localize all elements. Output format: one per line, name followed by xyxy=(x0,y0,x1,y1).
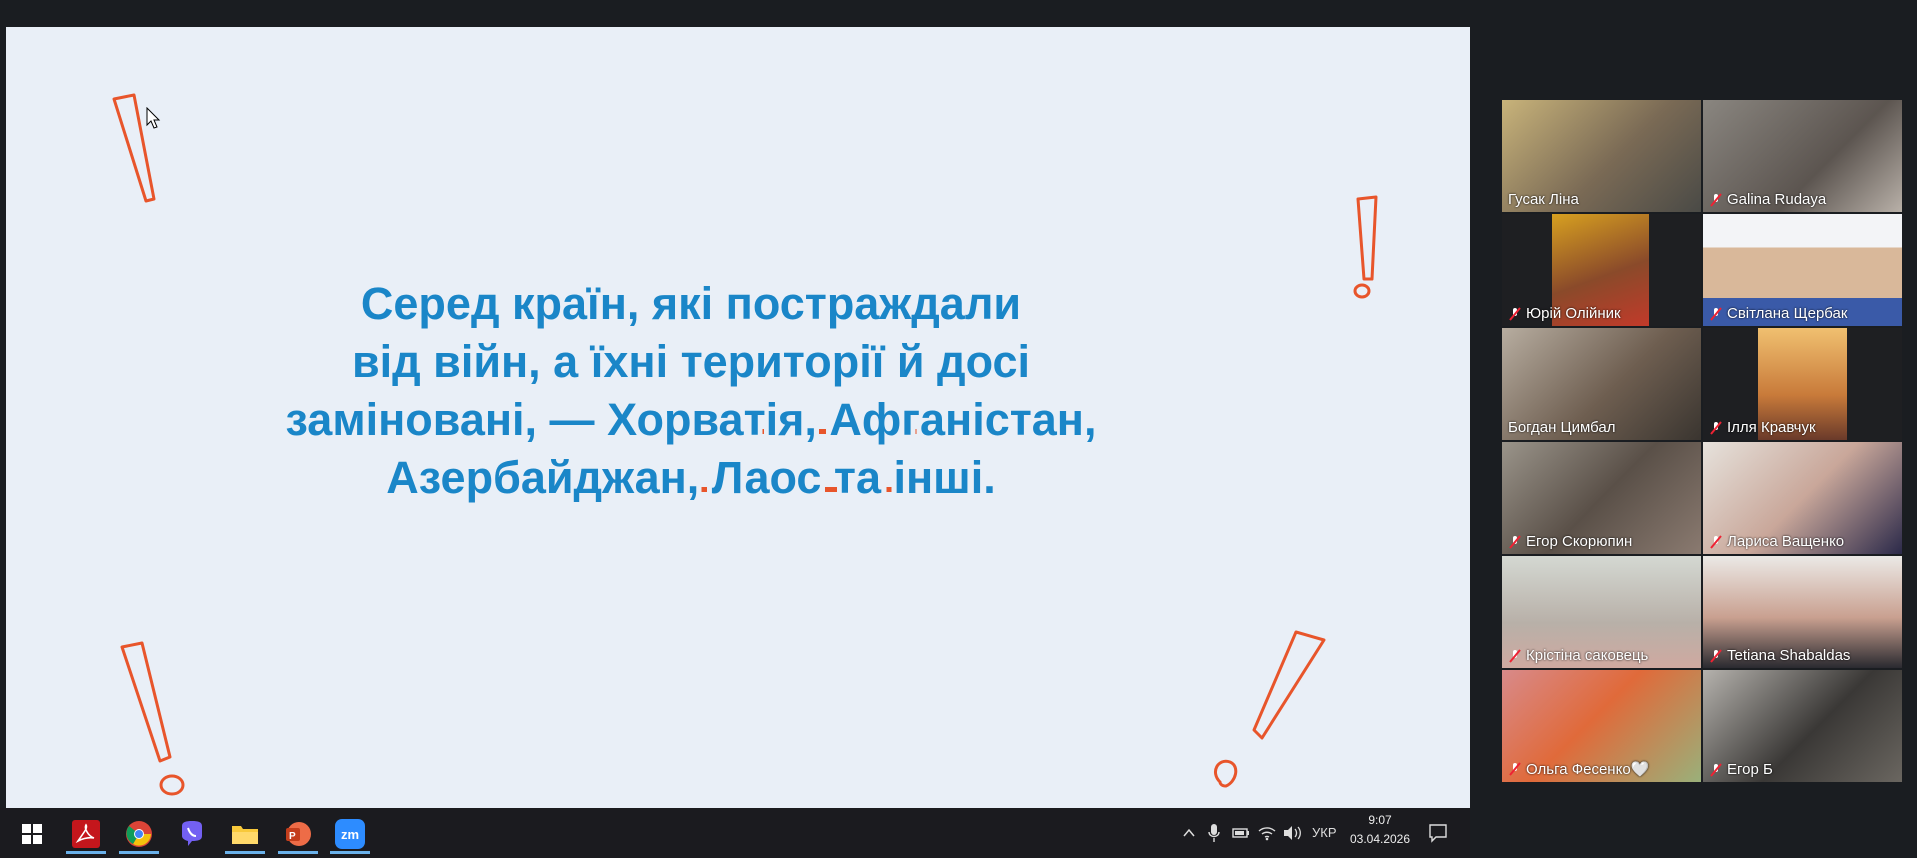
taskbar-clock[interactable]: 9:07 03.04.2026 xyxy=(1345,811,1415,849)
running-indicator xyxy=(119,851,159,854)
muted-mic-icon xyxy=(1509,648,1521,663)
participant-tile[interactable]: Ілля Кравчук xyxy=(1703,328,1902,440)
participant-tile[interactable]: Tetiana Shabaldas xyxy=(1703,556,1902,668)
muted-mic-icon xyxy=(1710,306,1722,321)
mouse-cursor-icon xyxy=(146,107,161,129)
muted-mic-icon xyxy=(1509,762,1521,776)
battery-icon[interactable] xyxy=(1232,826,1250,840)
windows-taskbar: P zm УКР xyxy=(0,808,1470,858)
running-indicator xyxy=(225,851,265,854)
language-indicator[interactable]: УКР xyxy=(1312,825,1337,840)
muted-mic-icon xyxy=(1509,306,1521,321)
chevron-up-icon[interactable] xyxy=(1182,826,1196,840)
participant-tile[interactable]: Ольга Фесенко🤍 xyxy=(1502,670,1701,782)
participant-name: Егор Скорюпин xyxy=(1526,533,1633,550)
slide-text-line-3: заміновані, — Хорватія, Афганістан, xyxy=(186,391,1196,449)
slide-text-line-3-plain: заміновані, — xyxy=(285,394,608,445)
zoom-icon-label: zm xyxy=(340,826,360,842)
participant-tile[interactable]: Galina Rudaya xyxy=(1703,100,1902,212)
participant-gallery: Гусак Ліна Galina Rudaya Юрій Олійник Св… xyxy=(1502,100,1902,782)
participant-tile[interactable]: Егор Скорюпин xyxy=(1502,442,1701,554)
muted-mic-icon xyxy=(1710,534,1722,549)
svg-text:P: P xyxy=(289,831,296,842)
muted-mic-icon xyxy=(1710,192,1722,207)
running-indicator xyxy=(330,851,370,854)
participant-name: Гусак Ліна xyxy=(1508,191,1579,208)
muted-mic-icon xyxy=(1710,762,1722,777)
viber-icon[interactable] xyxy=(174,816,210,852)
zoom-icon[interactable]: zm xyxy=(330,816,370,854)
slide-text-line-1: Серед країн, які постраждали xyxy=(360,278,1022,329)
slide-text-line-4-end: . xyxy=(983,452,996,503)
participant-name: Егор Б xyxy=(1727,761,1773,778)
slide-main-text: Серед країн, які постраждали від війн, а… xyxy=(186,275,1196,507)
participant-tile[interactable]: Егор Б xyxy=(1703,670,1902,782)
slide-text-line-3-underlined: Хорватія, Афганістан, xyxy=(607,394,1097,445)
muted-mic-icon xyxy=(1710,420,1722,435)
running-indicator xyxy=(278,851,318,854)
notifications-icon[interactable] xyxy=(1428,823,1448,843)
chrome-icon[interactable] xyxy=(119,816,159,854)
slide-text-line-2: від війн, а їхні території й досі xyxy=(351,336,1031,387)
participant-tile[interactable]: Гусак Ліна xyxy=(1502,100,1701,212)
acrobat-icon[interactable] xyxy=(66,816,106,854)
exclamation-top-right-icon xyxy=(1353,195,1378,299)
clock-time: 9:07 xyxy=(1368,813,1392,827)
volume-icon[interactable] xyxy=(1282,825,1302,841)
running-indicator xyxy=(66,851,106,854)
exclamation-bottom-right-icon xyxy=(1214,630,1326,788)
wifi-icon[interactable] xyxy=(1258,825,1276,841)
participant-name: Ілля Кравчук xyxy=(1727,419,1816,436)
slide-text-line-4-underlined: Азербайджан, Лаос та інші xyxy=(386,452,984,503)
powerpoint-icon[interactable]: P xyxy=(278,816,318,854)
participant-name: Богдан Цимбал xyxy=(1508,419,1616,436)
participant-tile[interactable]: Юрій Олійник xyxy=(1502,214,1701,326)
participant-name: Юрій Олійник xyxy=(1526,305,1621,322)
participant-tile[interactable]: Лариса Ващенко xyxy=(1703,442,1902,554)
microphone-icon[interactable] xyxy=(1208,823,1220,843)
shared-screen-slide: Серед країн, які постраждали від війн, а… xyxy=(6,27,1470,808)
file-explorer-icon[interactable] xyxy=(225,816,265,854)
participant-name: Ольга Фесенко🤍 xyxy=(1526,761,1650,778)
participant-tile[interactable]: Світлана Щербак xyxy=(1703,214,1902,326)
clock-date: 03.04.2026 xyxy=(1349,832,1411,846)
exclamation-bottom-left-icon xyxy=(120,641,185,796)
participant-tile[interactable]: Богдан Цимбал xyxy=(1502,328,1701,440)
participant-name: Tetiana Shabaldas xyxy=(1727,647,1851,664)
participant-name: Galina Rudaya xyxy=(1727,191,1827,208)
muted-mic-icon xyxy=(1509,534,1521,549)
participant-name: Лариса Ващенко xyxy=(1727,533,1845,550)
participant-tile[interactable]: Крістіна саковець xyxy=(1502,556,1701,668)
exclamation-top-left-icon xyxy=(112,93,156,203)
windows-start-icon[interactable] xyxy=(14,816,50,852)
participant-name: Світлана Щербак xyxy=(1727,305,1848,322)
slide-text-line-4: Азербайджан, Лаос та інші. xyxy=(186,449,1196,507)
participant-name: Крістіна саковець xyxy=(1526,647,1649,664)
muted-mic-icon xyxy=(1710,648,1722,663)
